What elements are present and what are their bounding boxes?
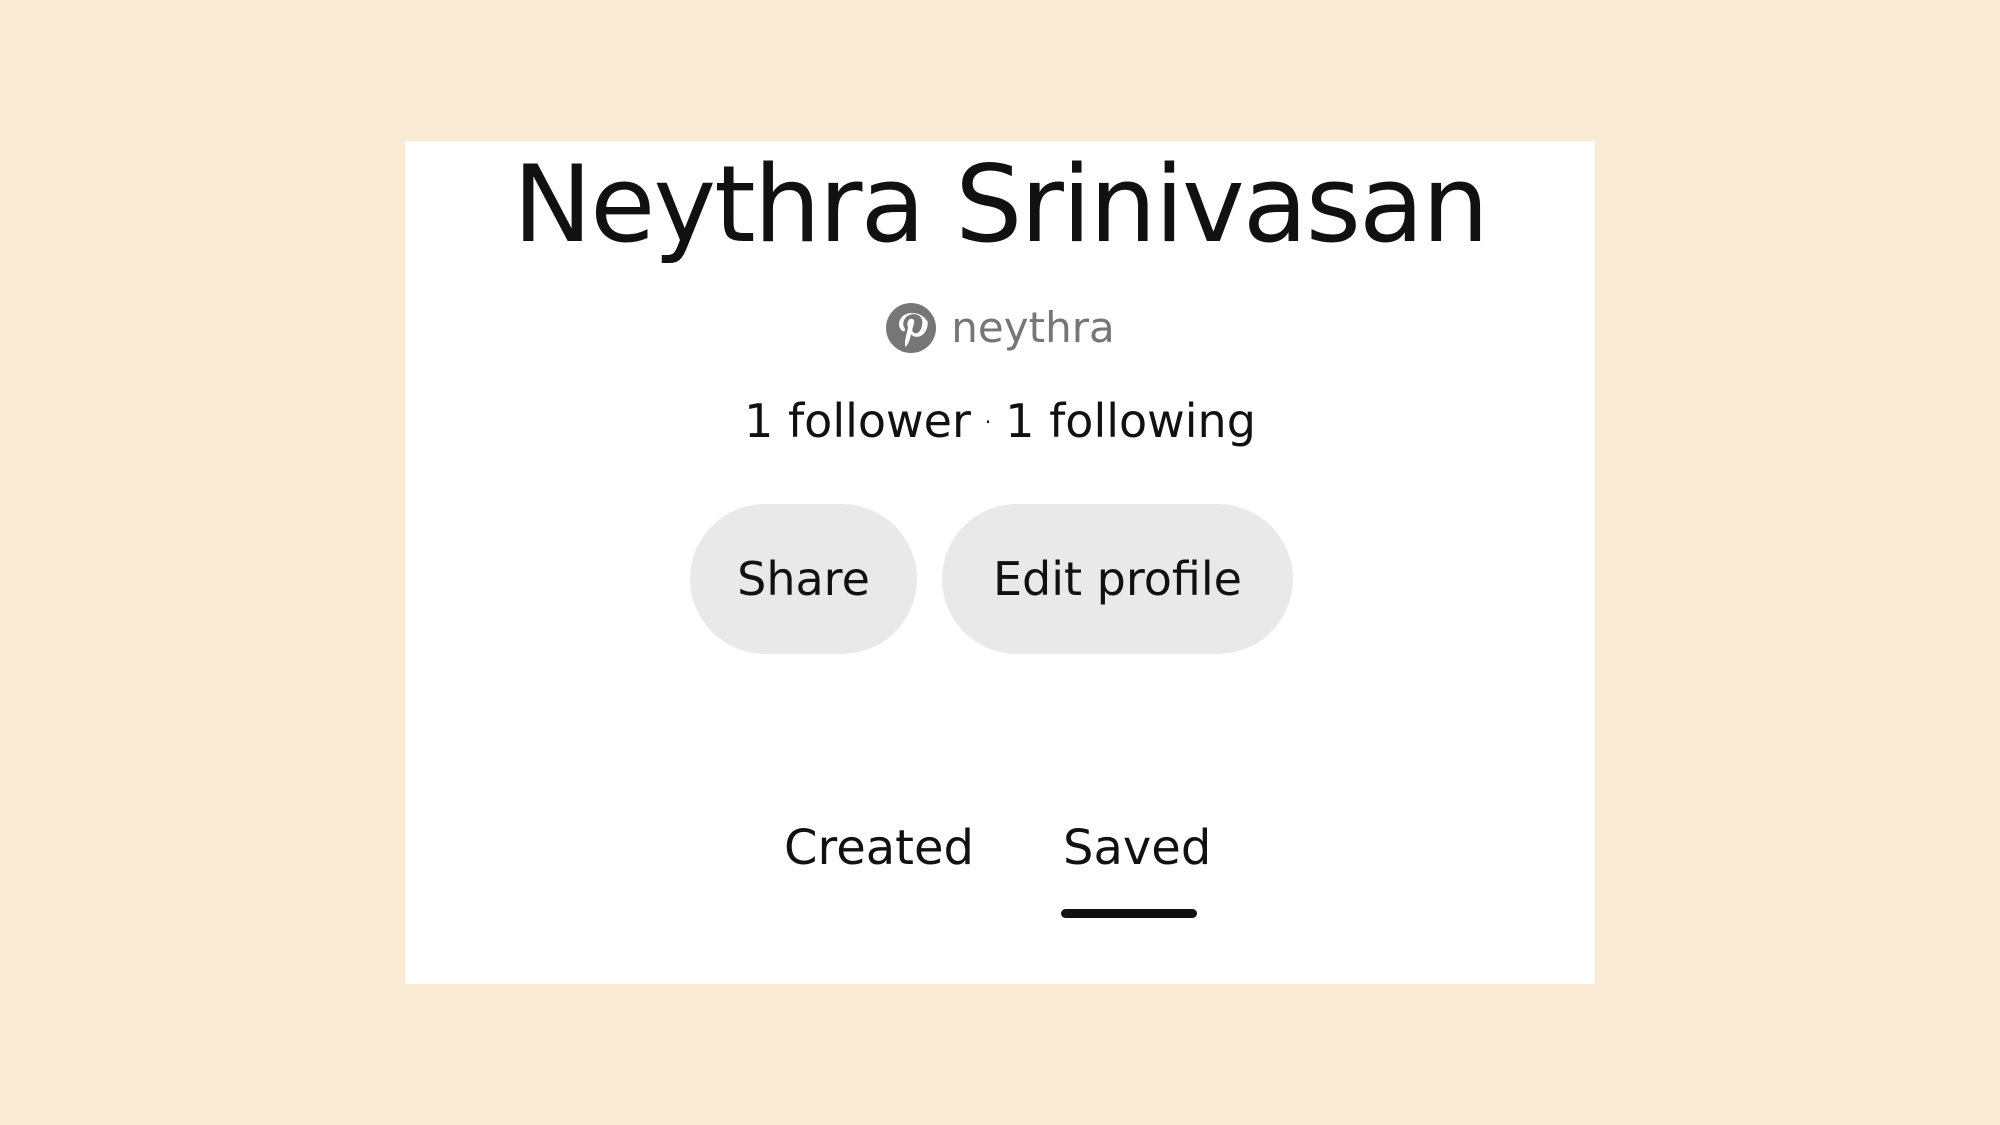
followers-count[interactable]: 1 follower: [744, 394, 971, 449]
stats-separator: ·: [984, 409, 992, 434]
edit-profile-button[interactable]: Edit profile: [942, 504, 1293, 654]
follow-stats: 1 follower · 1 following: [405, 394, 1595, 449]
following-count[interactable]: 1 following: [1005, 394, 1256, 449]
handle-row: neythra: [405, 302, 1595, 354]
profile-handle: neythra: [951, 303, 1115, 352]
tab-saved[interactable]: Saved: [1063, 820, 1211, 878]
share-button[interactable]: Share: [690, 504, 917, 654]
active-tab-indicator: [1061, 909, 1197, 918]
profile-name: Neythra Srinivasan: [512, 143, 1489, 266]
pinterest-logo-icon: [885, 302, 937, 354]
tab-created[interactable]: Created: [784, 820, 974, 878]
